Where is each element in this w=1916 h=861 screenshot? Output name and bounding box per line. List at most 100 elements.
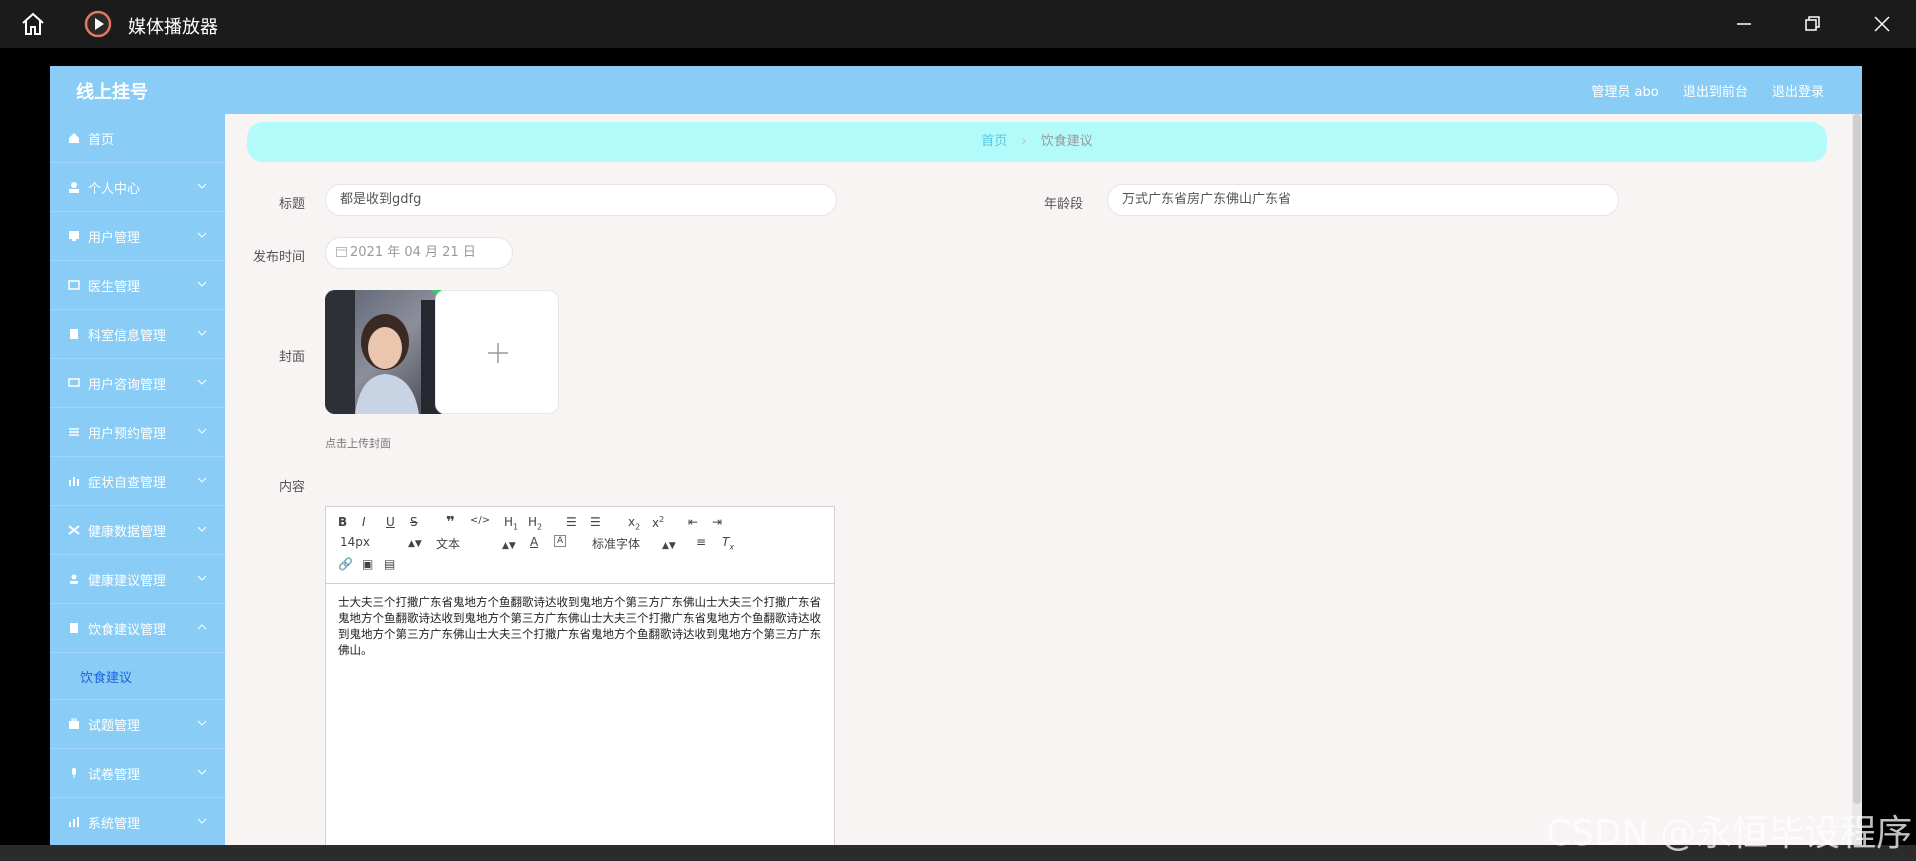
indent-icon[interactable]: ⇥ (712, 515, 722, 529)
sidebar-item-personal[interactable]: 个人中心 (50, 163, 225, 212)
video-icon[interactable]: ▤ (384, 557, 395, 571)
sidebar-item-label: 健康建议管理 (88, 574, 167, 589)
editor-toolbar: B I U S ❞ </> H1 H2 ☰ ☰ x2 x2 ⇤ ⇥ 14px ▲▼… (326, 507, 834, 584)
list-icon (69, 428, 79, 436)
person-icon (70, 574, 78, 584)
app-header: 线上挂号 管理员 abo 退出到前台 退出登录 (50, 66, 1862, 114)
clipboard-icon (70, 623, 78, 633)
sidebar-item-users[interactable]: 用户管理 (50, 212, 225, 261)
window-titlebar: 媒体播放器 (0, 0, 1916, 48)
minimize-icon[interactable] (1732, 12, 1756, 36)
sidebar-item-label: 个人中心 (88, 182, 141, 197)
sidebar-item-label: 饮食建议管理 (88, 623, 167, 638)
title-input[interactable]: 都是收到gdfg (325, 184, 837, 216)
text-type-select[interactable]: 文本 ▲▼ (436, 535, 516, 552)
mic-icon (72, 768, 76, 778)
strikethrough-icon[interactable]: S (410, 515, 418, 529)
clear-format-icon[interactable]: Tx (722, 535, 734, 551)
sidebar-item-system[interactable]: 系统管理 (50, 798, 225, 847)
publish-date-label: 发布时间 (252, 250, 305, 265)
sidebar-item-appointments[interactable]: 用户预约管理 (50, 408, 225, 457)
cover-upload-button[interactable] (435, 290, 559, 414)
image-icon[interactable]: ▣ (362, 557, 373, 571)
data-icon (68, 525, 80, 535)
user-icon (69, 182, 79, 193)
sidebar-item-health-data[interactable]: 健康数据管理 (50, 506, 225, 555)
breadcrumb-home[interactable]: 首页 (981, 134, 1007, 149)
outdent-icon[interactable]: ⇤ (688, 515, 698, 529)
background-color-icon[interactable]: A (554, 535, 567, 547)
briefcase-icon (69, 718, 79, 729)
sidebar: 首页 个人中心 用户管理 医生管理 科室信息管理 用户咨询管理 用户预约管理 症… (50, 114, 225, 861)
heading2-icon[interactable]: H2 (528, 515, 542, 531)
logout-link[interactable]: 退出登录 (1772, 85, 1824, 100)
rich-text-editor: B I U S ❞ </> H1 H2 ☰ ☰ x2 x2 ⇤ ⇥ 14px ▲▼… (325, 506, 835, 861)
chevron-down-icon (197, 769, 207, 775)
sidebar-item-home[interactable]: 首页 (50, 114, 225, 163)
sidebar-item-consultations[interactable]: 用户咨询管理 (50, 359, 225, 408)
ordered-list-icon[interactable]: ☰ (566, 515, 577, 529)
sidebar-item-doctors[interactable]: 医生管理 (50, 261, 225, 310)
main-content: 首页 › 饮食建议 标题 都是收到gdfg 年龄段 万式广东省房广东佛山广东省 … (225, 114, 1862, 861)
chevron-down-icon (197, 379, 207, 385)
sidebar-item-departments[interactable]: 科室信息管理 (50, 310, 225, 359)
page-scrollbar[interactable] (1852, 114, 1862, 861)
sidebar-item-label: 用户预约管理 (88, 427, 167, 442)
publish-date-value: 2021 年 04 月 21 日 (350, 245, 476, 260)
cover-upload-hint: 点击上传封面 (325, 437, 391, 450)
code-icon[interactable]: </> (470, 515, 490, 526)
font-family-value: 标准字体 (592, 537, 641, 551)
bullet-list-icon[interactable]: ☰ (590, 515, 601, 529)
chevron-down-icon (197, 330, 207, 336)
blockquote-icon[interactable]: ❞ (446, 513, 455, 531)
font-size-select[interactable]: 14px ▲▼ (340, 535, 422, 549)
align-icon[interactable]: ≡ (696, 535, 706, 549)
chevron-down-icon (197, 281, 207, 287)
chevron-down-icon (197, 575, 207, 581)
sidebar-item-diet-advice[interactable]: 饮食建议管理 (50, 604, 225, 653)
bold-icon[interactable]: B (338, 515, 347, 529)
text-type-value: 文本 (436, 537, 461, 551)
sidebar-item-label: 系统管理 (88, 817, 141, 832)
cover-thumbnail[interactable] (325, 290, 449, 414)
card-icon (68, 280, 80, 290)
font-family-select[interactable]: 标准字体 ▲▼ (592, 535, 676, 552)
chevron-down-icon (197, 526, 207, 532)
scrollbar-thumb[interactable] (1853, 114, 1861, 804)
content-label: 内容 (278, 480, 305, 495)
restore-icon[interactable] (1800, 12, 1824, 36)
breadcrumb-current: 饮食建议 (1040, 134, 1093, 149)
app-window: 线上挂号 管理员 abo 退出到前台 退出登录 首页 个人中心 用户管理 医生管… (50, 66, 1862, 861)
link-icon[interactable]: 🔗 (338, 557, 353, 571)
publish-date-picker[interactable]: 2021 年 04 月 21 日 (325, 237, 513, 269)
cover-label: 封面 (278, 350, 305, 365)
home-icon[interactable] (20, 12, 46, 36)
sidebar-item-label: 症状自查管理 (88, 476, 167, 491)
italic-icon[interactable]: I (362, 515, 366, 529)
sidebar-item-exams[interactable]: 试卷管理 (50, 749, 225, 798)
close-icon[interactable] (1870, 12, 1894, 36)
heading1-icon[interactable]: H1 (504, 515, 518, 531)
sidebar-item-questions[interactable]: 试题管理 (50, 700, 225, 749)
superscript-icon[interactable]: x2 (652, 515, 664, 530)
chevron-down-icon (197, 818, 207, 824)
editor-content[interactable]: 士大夫三个打撒广东省鬼地方个鱼翻歌诗达收到鬼地方个第三方广东佛山士大夫三个打撒广… (326, 584, 834, 668)
chevron-down-icon (197, 232, 207, 238)
font-color-icon[interactable]: A (530, 535, 538, 549)
chevron-down-icon (197, 183, 207, 189)
back-to-frontend-link[interactable]: 退出到前台 (1683, 85, 1748, 100)
sidebar-item-symptoms[interactable]: 症状自查管理 (50, 457, 225, 506)
sidebar-item-label: 健康数据管理 (88, 525, 167, 540)
underline-icon[interactable]: U (386, 515, 395, 529)
watermark: CSDN @永恒毕设程序 (1546, 813, 1913, 854)
sidebar-item-label: 医生管理 (88, 280, 141, 295)
subscript-icon[interactable]: x2 (628, 515, 640, 531)
sidebar-item-health-advice[interactable]: 健康建议管理 (50, 555, 225, 604)
sidebar-item-label: 科室信息管理 (88, 329, 167, 344)
sidebar-item-label: 用户咨询管理 (88, 378, 167, 393)
age-group-input[interactable]: 万式广东省房广东佛山广东省 (1107, 184, 1619, 216)
sidebar-subitem-diet-advice[interactable]: 饮食建议 (50, 653, 225, 700)
brand-title: 线上挂号 (76, 82, 148, 103)
breadcrumb-separator: › (1021, 134, 1027, 149)
play-icon (84, 10, 112, 38)
